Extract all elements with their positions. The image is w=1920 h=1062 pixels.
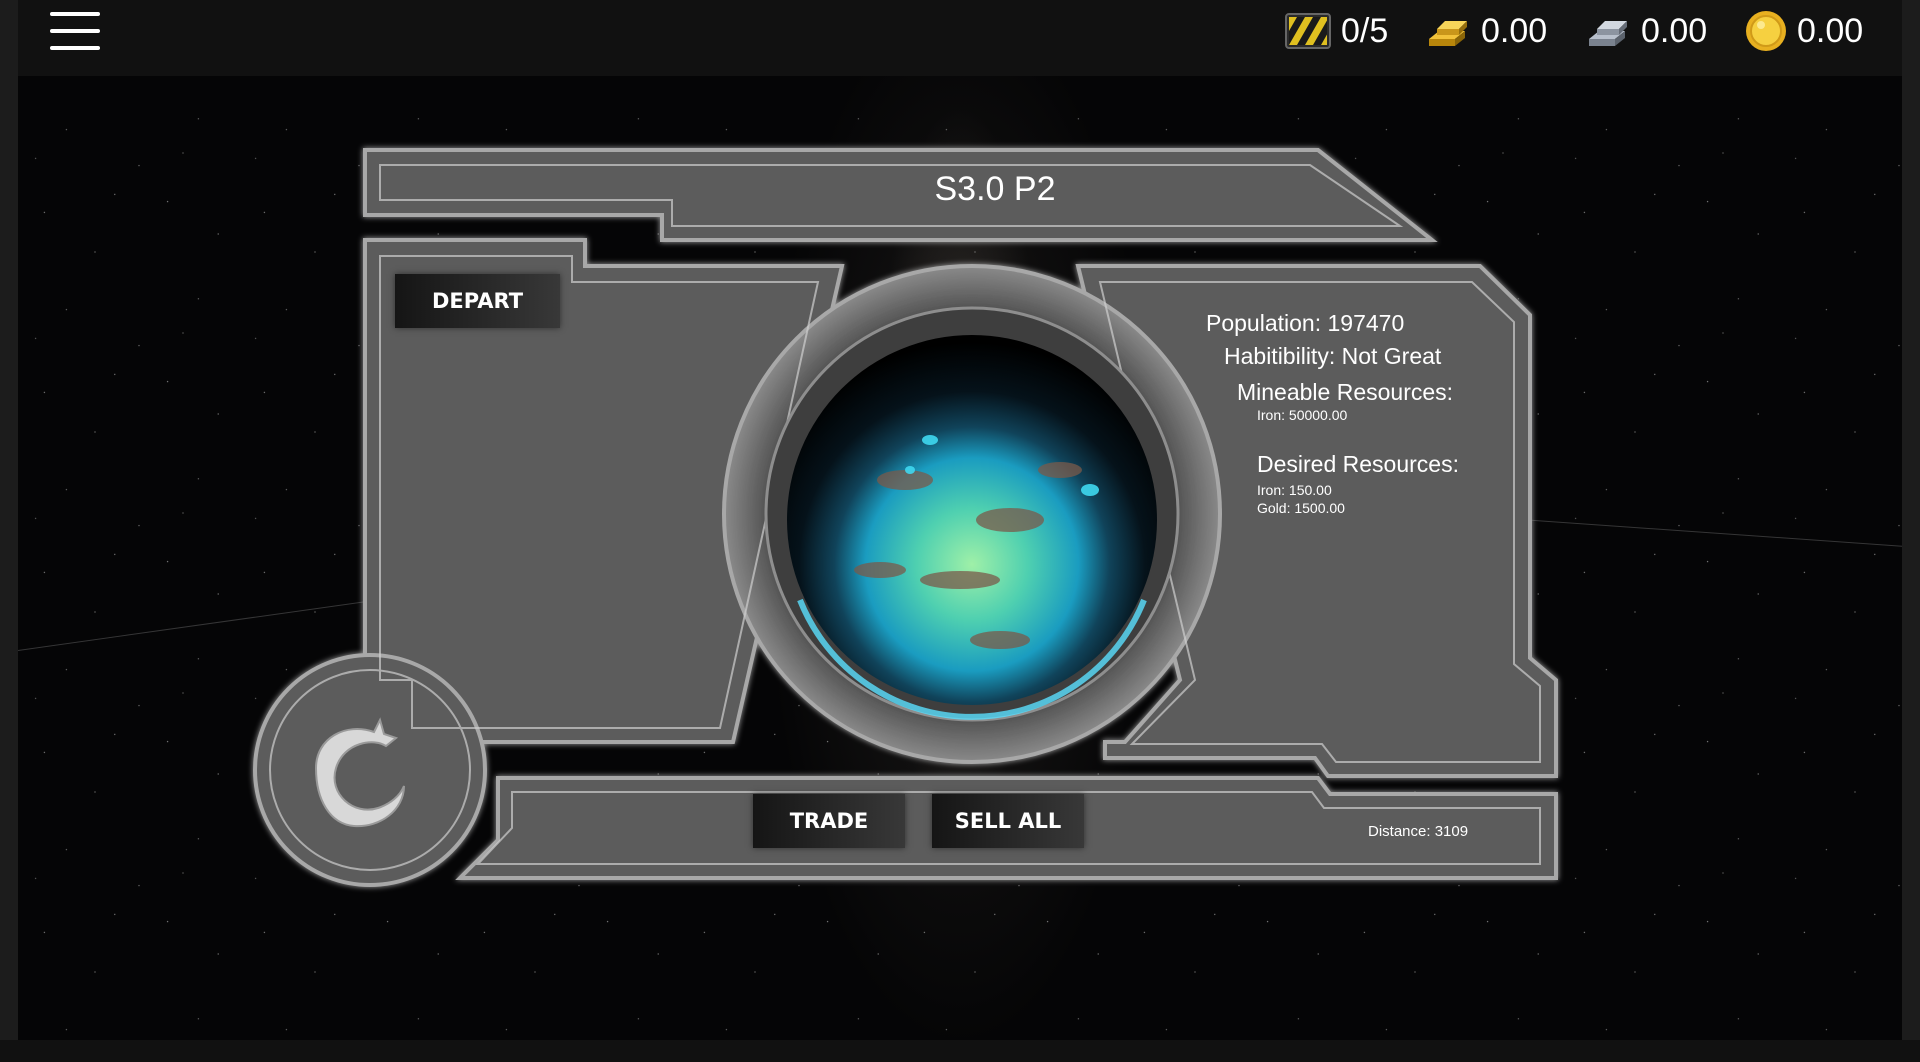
population-text: Population: 197470 [1206, 310, 1405, 336]
distance-text: Distance: 3109 [1368, 823, 1469, 840]
mineable-heading: Mineable Resources: [1237, 379, 1454, 405]
planet-panel-frame [253, 148, 1558, 887]
desired-heading: Desired Resources: [1257, 451, 1459, 477]
trade-button[interactable]: TRADE [753, 794, 905, 848]
mineable-item: Iron: 50000.00 [1257, 407, 1348, 423]
desired-item: Gold: 1500.00 [1257, 500, 1345, 516]
planet-title: S3.0 P2 [934, 170, 1056, 208]
depart-button[interactable]: DEPART [395, 274, 560, 328]
habitability-text: Habitibility: Not Great [1224, 343, 1442, 369]
ocean-planet-image[interactable] [764, 306, 1180, 722]
sell-all-button[interactable]: SELL ALL [932, 794, 1084, 848]
desired-item: Iron: 150.00 [1257, 482, 1332, 498]
